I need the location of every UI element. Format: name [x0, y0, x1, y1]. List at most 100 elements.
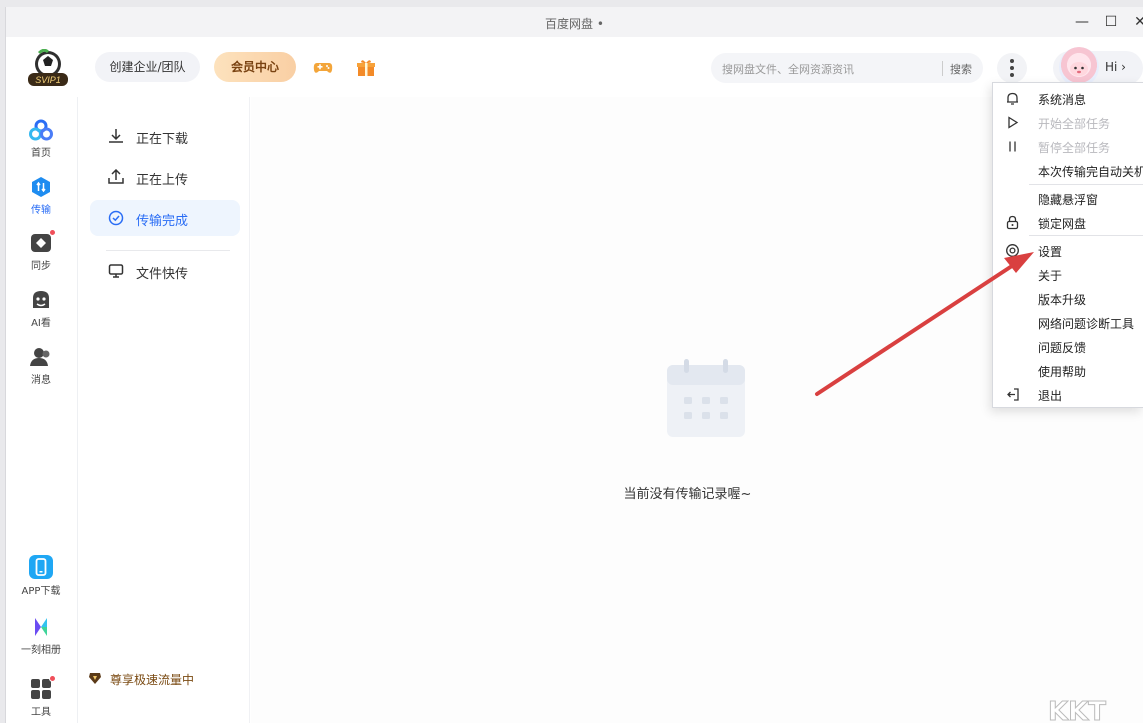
vip-center-button[interactable]: 会员中心	[214, 52, 296, 82]
menu-item-pause-all[interactable]: 暂停全部任务	[993, 135, 1143, 158]
nav-label-quick-transfer: 文件快传	[136, 267, 189, 282]
rail-label-transfer: 传输	[31, 205, 51, 216]
search-input[interactable]: 搜网盘文件、全网资源资讯	[722, 61, 854, 77]
nav-label-completed: 传输完成	[136, 214, 189, 229]
menu-separator	[1029, 184, 1143, 185]
menu-item-exit[interactable]: 退出	[993, 383, 1143, 406]
svg-text:KKT: KKT	[1048, 697, 1106, 723]
search-divider	[942, 61, 943, 76]
play-icon	[1008, 116, 1019, 129]
rail-label-album: 一刻相册	[21, 645, 61, 656]
download-icon	[109, 129, 123, 143]
maximize-button[interactable]: ☐	[1099, 12, 1123, 32]
menu-label-system-messages: 系统消息	[1038, 93, 1087, 107]
menu-item-network-diagnose[interactable]: 网络问题诊断工具	[993, 311, 1143, 334]
rail-label-sync: 同步	[31, 261, 51, 272]
svip-badge-icon	[89, 673, 101, 684]
rail-item-transfer[interactable]: 传输	[6, 175, 76, 216]
home-icon	[29, 119, 53, 141]
menu-item-settings[interactable]: 设置	[993, 239, 1143, 262]
menu-item-lock[interactable]: 锁定网盘	[993, 211, 1143, 234]
menu-label-settings: 设置	[1038, 245, 1063, 259]
ai-look-icon	[33, 291, 49, 308]
menu-item-about[interactable]: 关于	[993, 263, 1143, 286]
monitor-icon	[108, 264, 124, 278]
rail-item-app-download[interactable]: APP下载	[6, 554, 76, 597]
pause-icon	[1009, 141, 1016, 152]
nav-item-quick-transfer[interactable]: 文件快传	[90, 253, 240, 289]
menu-label-lock: 锁定网盘	[1038, 217, 1087, 231]
menu-item-system-messages[interactable]: 系统消息	[993, 87, 1143, 110]
rail-item-ai[interactable]: AI看	[6, 288, 76, 329]
menu-item-hide-float[interactable]: 隐藏悬浮窗	[993, 187, 1143, 210]
album-icon	[35, 618, 47, 636]
svip-logo[interactable]: SVIP1	[26, 49, 70, 87]
message-icon	[30, 348, 50, 366]
rail-label-message: 消息	[31, 375, 51, 386]
avatar[interactable]	[1059, 47, 1099, 87]
rail-item-album[interactable]: 一刻相册	[6, 615, 76, 656]
phone-icon	[29, 555, 53, 579]
menu-label-upgrade: 版本升级	[1038, 293, 1087, 307]
left-rail: 首页 传输 同步 AI看 消息 APP下载 一刻相册 工具	[6, 97, 78, 723]
menu-label-network-diagnose: 网络问题诊断工具	[1038, 317, 1135, 331]
menu-item-start-all[interactable]: 开始全部任务	[993, 111, 1143, 134]
header: SVIP1 创建企业/团队 会员中心 搜网盘文件、全网资源资讯 搜索 Hi ›	[6, 37, 1143, 97]
menu-label-start-all: 开始全部任务	[1038, 117, 1111, 131]
rail-label-tools: 工具	[31, 707, 51, 718]
avatar-face-icon	[1070, 62, 1088, 76]
check-circle-icon	[108, 210, 124, 226]
close-button[interactable]: ✕	[1128, 12, 1143, 32]
menu-item-auto-shutdown[interactable]: 本次传输完自动关机	[993, 159, 1143, 182]
bell-icon	[1007, 92, 1018, 105]
exit-icon	[1007, 388, 1019, 401]
menu-separator	[1029, 235, 1143, 236]
menu-item-upgrade[interactable]: 版本升级	[993, 287, 1143, 310]
gift-icon[interactable]	[356, 59, 376, 77]
nav-label-downloading: 正在下载	[136, 132, 189, 147]
rail-label-home: 首页	[31, 148, 51, 159]
menu-label-help: 使用帮助	[1038, 365, 1087, 379]
empty-state-text: 当前没有传输记录喔~	[623, 487, 752, 502]
menu-label-hide-float: 隐藏悬浮窗	[1038, 193, 1099, 207]
lock-icon	[1006, 215, 1019, 230]
menu-item-feedback[interactable]: 问题反馈	[993, 335, 1143, 358]
menu-label-about: 关于	[1038, 269, 1063, 283]
search-button[interactable]: 搜索	[950, 61, 972, 77]
sync-badge	[49, 229, 56, 236]
speed-flow-label: 尊享极速流量中	[110, 673, 195, 687]
nav-item-downloading[interactable]: 正在下载	[90, 118, 240, 154]
watermark-logo: KKT	[1048, 697, 1107, 723]
gamepad-icon[interactable]	[313, 59, 333, 77]
app-window: 百度网盘 • — ☐ ✕ SVIP1 创建企业/团队 会员中心 搜网盘文件、	[5, 7, 1143, 723]
menu-label-auto-shutdown: 本次传输完自动关机	[1038, 165, 1143, 179]
settings-icon	[1006, 244, 1019, 257]
tools-badge	[49, 675, 56, 682]
empty-calendar-icon	[667, 359, 745, 437]
rail-item-sync[interactable]: 同步	[6, 229, 76, 272]
svg-text:SVIP1: SVIP1	[35, 75, 61, 85]
nav-divider	[106, 250, 230, 251]
search-bar: 搜网盘文件、全网资源资讯 搜索	[711, 53, 983, 83]
transfer-nav: 正在下载 正在上传 传输完成 文件快传 尊享极速流量中	[78, 97, 250, 723]
menu-label-exit: 退出	[1038, 389, 1063, 403]
user-greeting: Hi ›	[1105, 60, 1126, 74]
more-dropdown-menu: 系统消息 开始全部任务 暂停全部任务 本次传输完自动关机 隐藏悬浮窗 锁定网盘 …	[992, 82, 1143, 408]
menu-label-pause-all: 暂停全部任务	[1038, 141, 1111, 155]
rail-item-message[interactable]: 消息	[6, 345, 76, 386]
nav-item-completed[interactable]: 传输完成	[90, 200, 240, 236]
menu-item-help[interactable]: 使用帮助	[993, 359, 1143, 382]
title-bar: 百度网盘 • — ☐ ✕	[6, 7, 1143, 37]
transfer-icon	[32, 177, 50, 197]
minimize-button[interactable]: —	[1070, 12, 1094, 32]
upload-icon	[108, 169, 124, 184]
rail-label-ai: AI看	[31, 318, 51, 329]
nav-item-uploading[interactable]: 正在上传	[90, 159, 240, 195]
rail-item-home[interactable]: 首页	[6, 118, 76, 159]
rail-item-tools[interactable]: 工具	[6, 675, 76, 718]
rail-label-app-download: APP下载	[21, 586, 61, 597]
nav-label-uploading: 正在上传	[136, 173, 189, 188]
create-team-button[interactable]: 创建企业/团队	[95, 52, 200, 82]
more-menu-button[interactable]	[997, 53, 1027, 83]
user-profile-button[interactable]: Hi ›	[1053, 47, 1143, 87]
